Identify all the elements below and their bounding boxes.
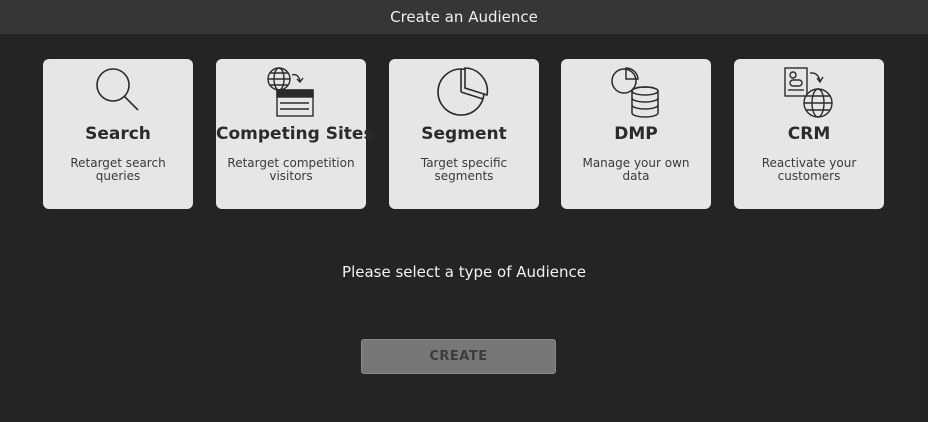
create-button[interactable]: CREATE <box>361 339 556 374</box>
pie-chart-icon <box>389 65 539 121</box>
search-icon <box>43 65 193 121</box>
card-title: Search <box>85 124 151 144</box>
audience-card-search[interactable]: Search Retarget search queries <box>43 59 193 209</box>
card-description: Reactivate your customers <box>761 156 857 183</box>
create-button-label: CREATE <box>429 349 488 364</box>
card-title: Segment <box>421 124 507 144</box>
audience-card-dmp[interactable]: DMP Manage your own data <box>561 59 711 209</box>
audience-card-segment[interactable]: Segment Target specific segments <box>389 59 539 209</box>
card-title: CRM <box>787 124 831 144</box>
selection-prompt: Please select a type of Audience <box>342 263 586 281</box>
card-description: Retarget search queries <box>70 156 166 183</box>
window-title: Create an Audience <box>390 8 538 26</box>
card-description: Target specific segments <box>420 156 508 183</box>
window-title-bar: Create an Audience <box>0 0 928 34</box>
database-icon <box>561 65 711 121</box>
audience-card-crm[interactable]: CRM Reactivate your customers <box>734 59 884 209</box>
card-description: Retarget competition visitors <box>227 156 355 183</box>
crm-icon <box>734 65 884 121</box>
card-title: Competing Sites <box>216 124 374 144</box>
audience-card-competing-sites[interactable]: Competing Sites Retarget competition vis… <box>216 59 374 209</box>
competing-sites-icon <box>216 65 366 121</box>
card-title: DMP <box>614 124 658 144</box>
card-description: Manage your own data <box>582 156 690 183</box>
